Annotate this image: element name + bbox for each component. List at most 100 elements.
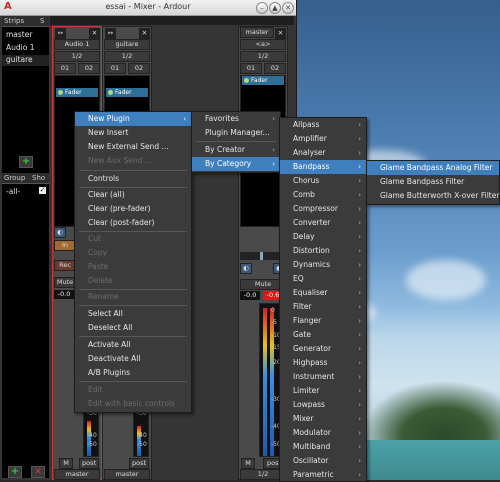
menu-item-category-comb[interactable]: Comb › (280, 188, 366, 202)
menu-item-category-flanger[interactable]: Flanger › (280, 314, 366, 328)
record-button[interactable]: Rec (54, 260, 76, 271)
input-button[interactable]: <a> (240, 39, 286, 50)
menu-item-category-modulator[interactable]: Modulator › (280, 426, 366, 440)
menu-item-category-distortion[interactable]: Distortion › (280, 244, 366, 258)
menu-item-select-all[interactable]: Select All (75, 307, 191, 321)
strip-name-button[interactable]: guitare (104, 39, 150, 50)
menu-item-by-creator[interactable]: By Creator › (192, 143, 280, 157)
menu-item-category-mixer[interactable]: Mixer › (280, 412, 366, 426)
lock-icon[interactable]: ◐ (240, 263, 252, 274)
menu-item-new-insert[interactable]: New Insert (75, 126, 191, 140)
fader-plugin[interactable]: Fader (56, 88, 98, 97)
post-button[interactable]: post (129, 458, 149, 469)
strip-list-item-guitare[interactable]: guitare (2, 55, 49, 66)
menu-item-cut[interactable]: Cut (75, 232, 191, 246)
menu-item-category-bandpass[interactable]: Bandpass › (280, 160, 366, 174)
menu-item-deselect-all[interactable]: Deselect All (75, 321, 191, 335)
input-monitor-button[interactable]: In (54, 240, 76, 251)
io-button[interactable]: 1/2 (240, 51, 286, 62)
menu-item-rename[interactable]: Rename (75, 290, 191, 304)
show-column-header[interactable]: S (40, 17, 44, 25)
input-2-button[interactable]: 02 (264, 63, 286, 74)
menu-item-favorites[interactable]: Favorites › (192, 112, 280, 126)
meter-point-button[interactable]: M (59, 458, 73, 469)
menu-item-category-instrument[interactable]: Instrument › (280, 370, 366, 384)
menu-item-by-category[interactable]: By Category › (192, 157, 280, 171)
menu-item-new-external-send[interactable]: New External Send ... (75, 140, 191, 154)
menu-item-glame-bandpass[interactable]: Glame Bandpass Filter (367, 175, 499, 189)
menu-item-category-chorus[interactable]: Chorus › (280, 174, 366, 188)
menu-item-ab-plugins[interactable]: A/B Plugins (75, 366, 191, 380)
input-button[interactable]: 1/2 (104, 51, 150, 62)
output-button[interactable]: master (54, 469, 100, 480)
post-button[interactable]: post (79, 458, 99, 469)
strip-hide-button[interactable]: ✕ (89, 28, 100, 39)
input-2-button[interactable]: 02 (128, 63, 150, 74)
menu-item-category-dynamics[interactable]: Dynamics › (280, 258, 366, 272)
group-item-all[interactable]: -all- (6, 187, 20, 196)
close-button[interactable]: ✕ (282, 2, 294, 14)
input-1-button[interactable]: 01 (240, 63, 262, 74)
add-group-button[interactable]: + (8, 466, 22, 478)
menu-item-category-oscillator[interactable]: Oscillator › (280, 454, 366, 468)
menu-item-copy[interactable]: Copy (75, 246, 191, 260)
menu-item-plugin-manager[interactable]: Plugin Manager... (192, 126, 280, 140)
gain-display[interactable]: -0.0 (240, 291, 260, 300)
menu-item-category-amplifier[interactable]: Amplifier › (280, 132, 366, 146)
menu-item-activate-all[interactable]: Activate All (75, 338, 191, 352)
menu-item-new-plugin[interactable]: New Plugin › (75, 112, 191, 126)
menu-item-category-gate[interactable]: Gate › (280, 328, 366, 342)
menu-item-clear-pre-fader[interactable]: Clear (pre-fader) (75, 202, 191, 216)
menu-item-controls[interactable]: Controls (75, 172, 191, 186)
menu-item-category-allpass[interactable]: Allpass › (280, 118, 366, 132)
menu-item-edit[interactable]: Edit (75, 383, 191, 397)
menu-item-glame-butterworth-xover[interactable]: Glame Butterworth X-over Filter (367, 189, 499, 203)
strip-list-item-audio1[interactable]: Audio 1 (6, 43, 34, 52)
menu-item-deactivate-all[interactable]: Deactivate All (75, 352, 191, 366)
mute-button[interactable]: Mute (54, 277, 76, 288)
menu-item-category-equaliser[interactable]: Equaliser › (280, 286, 366, 300)
strips-column-header[interactable]: Strips (4, 17, 24, 25)
strip-hide-button[interactable]: ✕ (139, 28, 150, 39)
fader-plugin[interactable]: Fader (242, 76, 284, 85)
input-1-button[interactable]: 01 (54, 63, 76, 74)
strip-name-button[interactable]: master (240, 27, 274, 38)
maximize-button[interactable]: ▲ (269, 2, 281, 14)
input-2-button[interactable]: 02 (78, 63, 100, 74)
group-column-header[interactable]: Group (4, 174, 25, 182)
meter-point-button[interactable]: M (241, 458, 255, 469)
menu-item-category-filter[interactable]: Filter › (280, 300, 366, 314)
menu-item-clear-post-fader[interactable]: Clear (post-fader) (75, 216, 191, 230)
remove-group-button[interactable]: ✕ (31, 466, 45, 478)
menu-item-paste[interactable]: Paste (75, 260, 191, 274)
menu-item-clear-all[interactable]: Clear (all) (75, 188, 191, 202)
fader-plugin[interactable]: Fader (106, 88, 148, 97)
menu-item-category-limiter[interactable]: Limiter › (280, 384, 366, 398)
menu-item-delete[interactable]: Delete (75, 274, 191, 288)
lock-icon[interactable]: ◐ (54, 227, 66, 238)
menu-item-category-multiband[interactable]: Multiband › (280, 440, 366, 454)
menu-item-category-converter[interactable]: Converter › (280, 216, 366, 230)
input-1-button[interactable]: 01 (104, 63, 126, 74)
gain-display[interactable]: -0.0 (54, 290, 74, 299)
panner[interactable] (240, 252, 284, 260)
menu-item-category-highpass[interactable]: Highpass › (280, 356, 366, 370)
group-show-checkbox[interactable]: ✓ (39, 187, 46, 194)
add-strip-button[interactable]: + (19, 156, 33, 168)
menu-item-category-lowpass[interactable]: Lowpass › (280, 398, 366, 412)
input-button[interactable]: 1/2 (54, 51, 100, 62)
menu-item-new-aux-send[interactable]: New Aux Send ... (75, 154, 191, 168)
menu-item-edit-basic-controls[interactable]: Edit with basic controls (75, 397, 191, 411)
strip-list-item-master[interactable]: master (6, 30, 32, 39)
menu-item-category-generator[interactable]: Generator › (280, 342, 366, 356)
strip-width-button[interactable]: ↔ (55, 28, 66, 39)
show-group-column-header[interactable]: Sho (32, 174, 45, 182)
menu-item-category-delay[interactable]: Delay › (280, 230, 366, 244)
menu-item-category-compressor[interactable]: Compressor › (280, 202, 366, 216)
menu-item-glame-bandpass-analog[interactable]: Glame Bandpass Analog Filter (367, 161, 499, 175)
strip-width-button[interactable]: ↔ (105, 28, 116, 39)
strip-name-button[interactable]: Audio 1 (54, 39, 100, 50)
strip-hide-button[interactable]: ✕ (275, 28, 286, 39)
minimize-button[interactable]: – (256, 2, 268, 14)
menu-item-category-eq[interactable]: EQ › (280, 272, 366, 286)
